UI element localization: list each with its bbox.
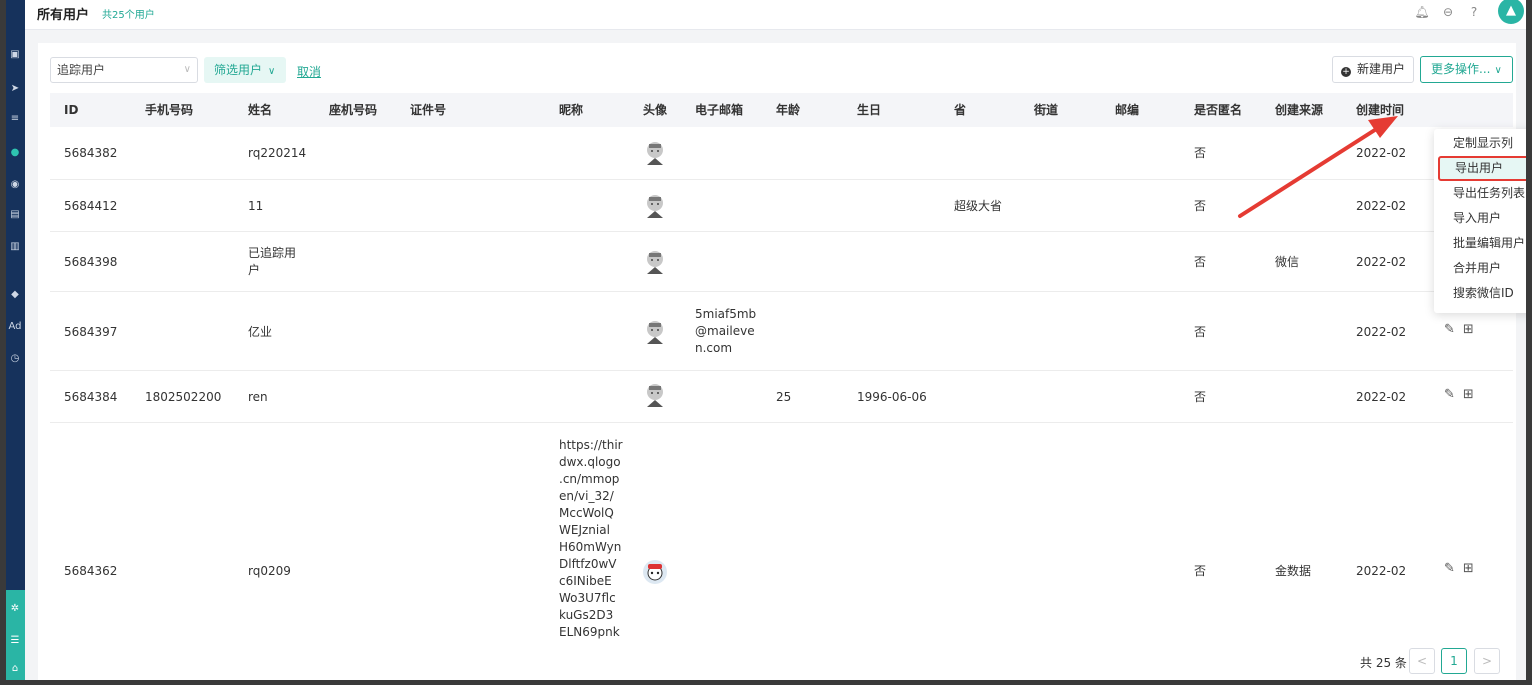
app-window: ▣ ➤ ≡ ● ◉ ▤ ▥ ◆ Ad ◷ ✲ ☰ ⌂ 所有用户 共25个用户 🔔… [6, 0, 1526, 680]
annotation-arrow [1238, 116, 1398, 218]
